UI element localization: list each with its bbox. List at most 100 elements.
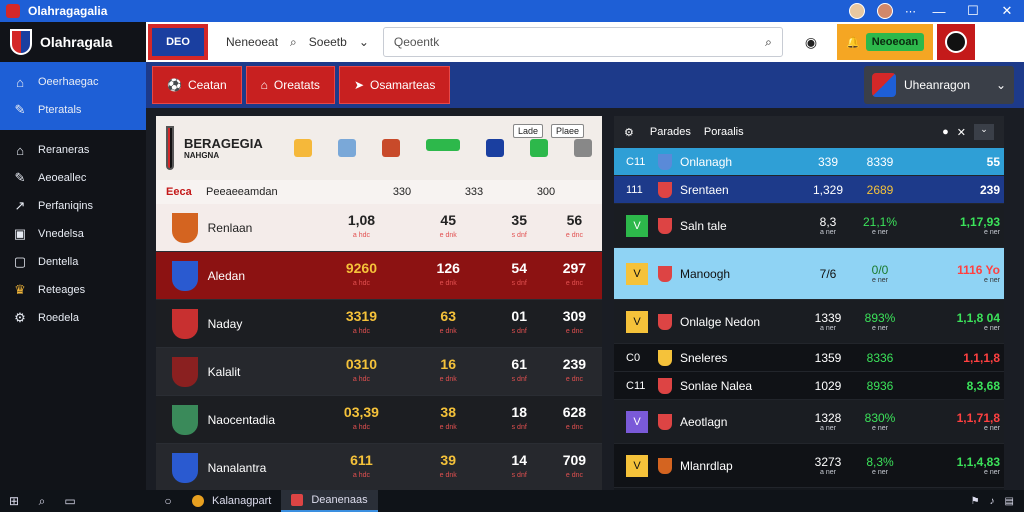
- sidebar-item-4[interactable]: ▣ Vnedelsa: [0, 220, 146, 248]
- sidebar-item-6[interactable]: ♛ Reteages: [0, 276, 146, 304]
- search-input[interactable]: Qeoentk ⌕: [382, 27, 783, 57]
- trophy-icon: ♛: [14, 282, 26, 297]
- standings-panel: BERAGEGIA NAHGNA Lade Plaee Eeca Peeaeea…: [156, 116, 602, 490]
- table-row[interactable]: Aledan 9260 a hdc 126 e dnk 54 s dnf 297 e d…: [156, 252, 602, 300]
- chevron-down-icon: ⌄: [995, 78, 1006, 92]
- stats-row[interactable]: V Manoogh 7/6 0/0 e ner 1116 Yo e ner: [614, 248, 1004, 300]
- chevron-down-icon[interactable]: ⌄: [359, 35, 369, 49]
- stats-row[interactable]: C11 Onlanagh 339 8339 55: [614, 148, 1004, 176]
- close-icon[interactable]: ✕: [957, 126, 966, 139]
- stats-row[interactable]: V Onlalge Nedon 1339 a ner 893% e ner 1,1,…: [614, 300, 1004, 344]
- sidebar-logo[interactable]: Olahragala: [0, 22, 146, 62]
- team-badge-icon: [658, 349, 672, 366]
- league-label: Uheanragon: [904, 78, 971, 92]
- sidebar-item-2[interactable]: ✎ Aeoeallec: [0, 164, 146, 192]
- home-icon: ⌂: [16, 142, 24, 158]
- close-button[interactable]: ✕: [996, 3, 1018, 19]
- profile-button[interactable]: [937, 24, 976, 60]
- user-avatar-secondary[interactable]: [877, 3, 893, 19]
- stats-row[interactable]: C0 Sneleres 1359 8336 1,1,1,8: [614, 344, 1004, 372]
- arrow-icon: ➤: [353, 78, 364, 92]
- search-icon[interactable]: ⌕: [28, 494, 56, 509]
- stats-row[interactable]: V Aeotlagn 1328 a ner 830% e ner 1,1,71,8 e…: [614, 400, 1004, 444]
- leaf-icon: [530, 139, 548, 157]
- sidebar: Olahragala ⌂ Oeerhaegac ✎ Pteratals ⌂ Reran…: [0, 22, 146, 490]
- table-row[interactable]: Kalalit 0310 a hdc 16 e dnk 61 s dnf 239 e d…: [156, 348, 602, 396]
- filter-b[interactable]: Plaee: [550, 124, 584, 138]
- header-a: Parades: [649, 126, 691, 138]
- start-icon[interactable]: ⊞: [0, 494, 28, 508]
- team-badge-icon: [658, 181, 672, 198]
- chevron-down-icon[interactable]: ⌄: [974, 124, 994, 140]
- field-b[interactable]: Soeetb: [309, 35, 347, 49]
- field-a[interactable]: Neneoeat: [226, 35, 278, 49]
- search-icon[interactable]: ⌕: [765, 35, 772, 50]
- media-icon: ▣: [13, 226, 27, 241]
- app-icon: [291, 494, 304, 506]
- table-row[interactable]: Nanalantra 611 a hdc 39 e dnk 14 s dnf 709 e…: [156, 444, 602, 490]
- stats-panel: ⚙ Parades Poraalis ● ✕ ⌄ C11 Onlanagh 33…: [614, 116, 1004, 490]
- stats-row[interactable]: C11 Sonlae Nalea 1029 8936 8,3,68: [614, 372, 1004, 400]
- column-code: Eeca: [166, 186, 192, 198]
- minimize-button[interactable]: —: [928, 4, 950, 19]
- league-select[interactable]: Uheanragon ⌄: [864, 66, 1014, 104]
- sidebar-item-5[interactable]: ▢ Dentella: [0, 248, 146, 276]
- team-badge-icon: [172, 308, 198, 339]
- target-icon[interactable]: ◉: [805, 34, 817, 51]
- club-sub: NAHGNA: [184, 151, 220, 160]
- brand-chip[interactable]: DEO: [148, 24, 208, 60]
- avatar: [945, 31, 968, 53]
- team-badge-icon: [658, 217, 672, 234]
- table-row[interactable]: Naocentadia 03,39 a hdc 38 e dnk 18 s dnf 6…: [156, 396, 602, 444]
- top-bar: DEO Neneoeat ⌕ Soeetb ⌄ Qeoentk ⌕ ◉ 🔔 Ne…: [146, 22, 1024, 62]
- network-icon[interactable]: ⚑: [971, 496, 980, 507]
- column-name: Peeaeeamdan: [206, 186, 278, 198]
- calendar-icon: ▢: [13, 254, 27, 269]
- volume-icon[interactable]: ♪: [990, 496, 995, 507]
- circle-icon[interactable]: ○: [154, 494, 182, 508]
- more-icon[interactable]: ⋯: [905, 5, 916, 18]
- club-header: BERAGEGIA NAHGNA Lade Plaee: [156, 116, 602, 180]
- task-view-icon[interactable]: ▭: [56, 494, 84, 508]
- team-badge-icon: [658, 313, 672, 330]
- settings-icon[interactable]: ⚙: [624, 126, 634, 139]
- field-selector[interactable]: Neneoeat ⌕ Soeetb ⌄: [226, 28, 369, 56]
- stats-row[interactable]: V Saln tale 8,3 a ner 21,1% e ner 1,17,93 e…: [614, 204, 1004, 248]
- sidebar-item-7[interactable]: ⚙ Roedela: [0, 304, 146, 332]
- settings-icon: ⚙: [14, 310, 26, 325]
- maximize-button[interactable]: ☐: [962, 3, 984, 19]
- notification-icon[interactable]: ▤: [1005, 496, 1014, 507]
- tab-1[interactable]: ⚽ Ceatan: [152, 66, 242, 104]
- app-logo-icon: [6, 4, 20, 18]
- club-shield-icon: [10, 29, 32, 55]
- filter-a[interactable]: Lade: [512, 124, 543, 138]
- position-chip: V: [626, 310, 648, 333]
- tab-2[interactable]: ⌂ Oreatats: [245, 66, 335, 104]
- taskbar-app-b[interactable]: Deanenaas: [281, 490, 378, 512]
- table-row[interactable]: Naday 3319 a hdc 63 e dnk 01 s dnf 309 e dnc: [156, 300, 602, 348]
- tools-icon: ✎: [14, 102, 26, 117]
- stats-row[interactable]: V Mlanrdlap 3273 a ner 8,3% e ner 1,1,4,83…: [614, 444, 1004, 488]
- club-name: BERAGEGIA: [184, 136, 263, 151]
- team-badge-icon: [172, 260, 198, 291]
- bell-icon: 🔔: [846, 36, 860, 49]
- sidebar-item-3[interactable]: ↗ Perfaniqins: [0, 192, 146, 220]
- position-chip: V: [626, 214, 648, 237]
- sidebar-item-top-2[interactable]: ✎ Pteratals: [0, 96, 146, 124]
- sidebar-item-1[interactable]: ⌂ Reraneras: [0, 136, 146, 164]
- league-flag-icon: [872, 73, 896, 97]
- sidebar-item-top-1[interactable]: ⌂ Oeerhaegac: [0, 68, 146, 96]
- user-avatar[interactable]: [849, 3, 865, 19]
- tab-3[interactable]: ➤ Osamarteas: [338, 66, 451, 104]
- crest-icon: [574, 139, 592, 157]
- table-row[interactable]: Renlaan 1,08 a hdc 45 e dnk 35 s dnf 56 e dn…: [156, 204, 602, 252]
- info-icon[interactable]: ●: [942, 126, 949, 138]
- team-badge-icon: [172, 212, 198, 243]
- position-chip: V: [626, 410, 648, 433]
- system-tray: ⚑ ♪ ▤: [971, 496, 1024, 507]
- notify-button[interactable]: 🔔 Neoeoan: [837, 24, 934, 60]
- taskbar-app-a[interactable]: Kalanagpart: [182, 490, 281, 512]
- stats-row[interactable]: 111 Srentaen 1,329 2689 239: [614, 176, 1004, 204]
- team-badge-icon: [658, 265, 672, 282]
- crest-icon: [382, 139, 400, 157]
